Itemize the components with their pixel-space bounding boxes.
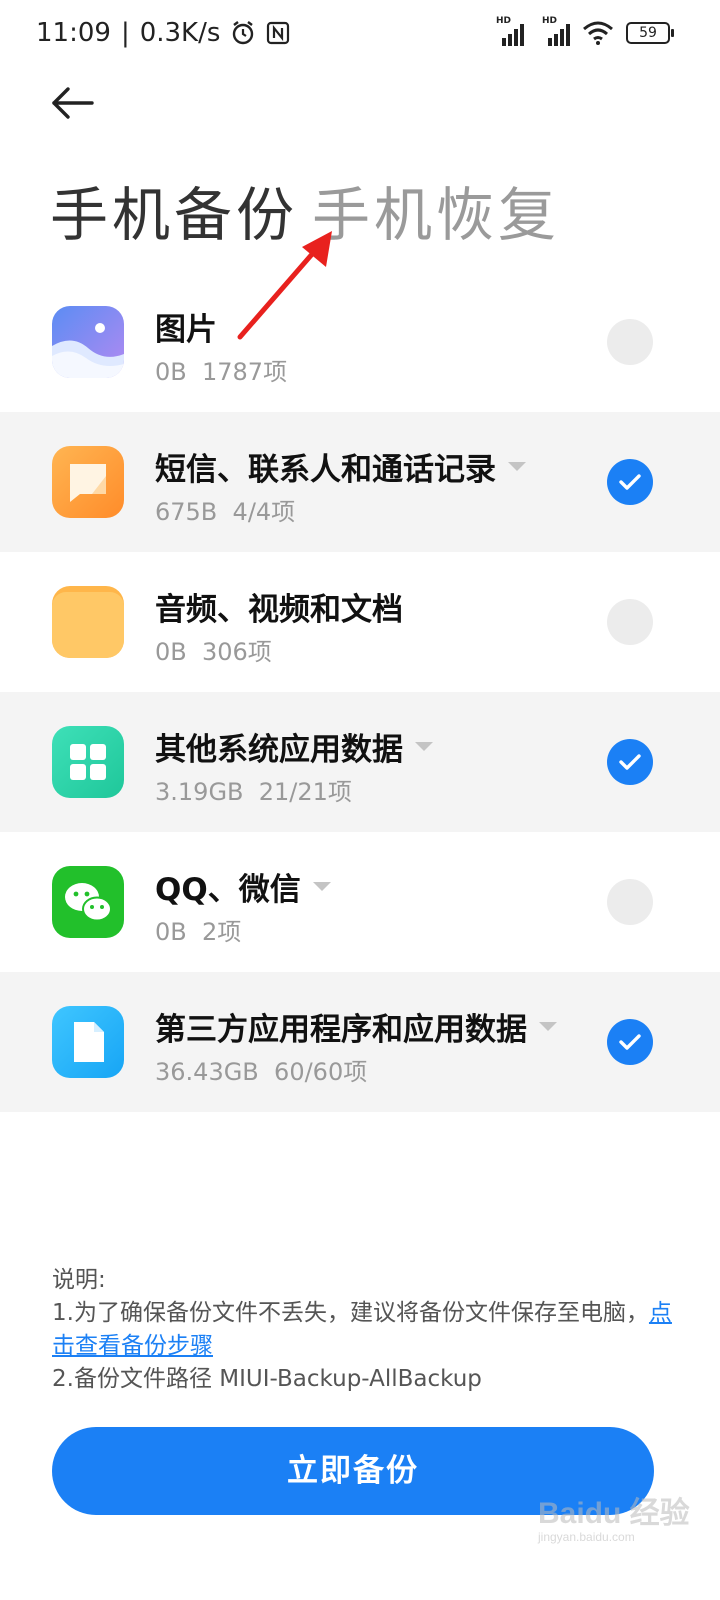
note-line-2: 2.备份文件路径 MIUI-Backup-AllBackup [52,1366,482,1392]
document-icon [52,1006,124,1078]
item-count: 1787项 [202,358,288,386]
checkmark-icon [619,1034,641,1050]
folder-icon [52,586,124,658]
item-count: 21/21项 [258,778,352,806]
note-line-1: 1.为了确保备份文件不丢失，建议将备份文件保存至电脑，点击查看备份步骤 [52,1297,672,1363]
dropdown-caret-icon[interactable] [508,462,526,471]
item-title-text: 其他系统应用数据 [155,732,403,768]
message-icon [52,446,124,518]
signal-2-icon: HD [542,16,570,46]
dropdown-caret-icon[interactable] [539,1022,557,1031]
status-right: HD HD 59 [496,16,674,46]
item-checkbox[interactable] [607,459,653,505]
item-count: 2项 [202,918,242,946]
note-line-1-text: 1.为了确保备份文件不丢失，建议将备份文件保存至电脑， [52,1300,649,1326]
watermark: Baidu 经验 jingyan.baidu.com [538,1488,690,1544]
status-time: 11:09 [36,18,111,48]
item-count: 60/60项 [274,1058,368,1086]
tab-restore[interactable]: 手机恢复 [312,168,560,252]
item-meta: 675B 4/4项 [155,492,295,527]
list-item[interactable]: 第三方应用程序和应用数据 36.43GB 60/60项 [0,972,720,1112]
status-divider: | [120,18,130,48]
item-title-text: 音频、视频和文档 [155,592,403,628]
item-title: 短信、联系人和通话记录 [155,444,526,489]
item-checkbox[interactable] [607,879,653,925]
photo-icon [52,306,124,378]
watermark-url: jingyan.baidu.com [538,1530,635,1544]
status-left: 11:09 | 0.3K/s [36,18,290,48]
item-title: 第三方应用程序和应用数据 [155,1004,557,1049]
dropdown-caret-icon[interactable] [312,882,331,891]
apps-grid-icon [52,726,124,798]
item-title: 音频、视频和文档 [155,584,403,629]
item-checkbox[interactable] [607,599,653,645]
list-item[interactable]: 短信、联系人和通话记录 675B 4/4项 [0,412,720,552]
item-meta: 36.43GB 60/60项 [155,1052,367,1087]
wifi-icon [583,21,613,45]
nfc-icon [267,21,290,45]
item-checkbox[interactable] [607,739,653,785]
status-bar: 11:09 | 0.3K/s HD HD 59 [0,0,720,70]
item-count: 306项 [202,638,272,666]
item-title: QQ、微信 [155,864,331,909]
item-title: 图片 [155,304,217,349]
item-size: 675B [155,498,218,526]
item-meta: 0B 306项 [155,632,272,667]
alarm-icon [233,21,254,45]
item-title-text: 第三方应用程序和应用数据 [155,1012,527,1048]
item-size: 0B [155,918,187,946]
backup-note: 说明: 1.为了确保备份文件不丢失，建议将备份文件保存至电脑，点击查看备份步骤 … [52,1264,672,1396]
note-heading: 说明: [52,1267,106,1293]
list-item[interactable]: QQ、微信 0B 2项 [0,832,720,972]
dropdown-caret-icon[interactable] [415,742,433,751]
item-checkbox[interactable] [607,319,653,365]
item-checkbox[interactable] [607,1019,653,1065]
item-title-text: 短信、联系人和通话记录 [155,452,496,488]
item-title-text: 图片 [155,312,217,348]
item-size: 36.43GB [155,1058,259,1086]
item-size: 3.19GB [155,778,244,806]
item-count: 4/4项 [232,498,296,526]
checkmark-icon [619,474,641,490]
network-speed: 0.3K/s [139,18,221,48]
item-title-text: QQ、微信 [155,872,301,908]
item-meta: 0B 1787项 [155,352,287,387]
item-meta: 0B 2项 [155,912,241,947]
checkmark-icon [619,754,641,770]
battery-icon: 59 [626,22,674,44]
item-title: 其他系统应用数据 [155,724,433,769]
wechat-icon [52,866,124,938]
signal-1-icon: HD [496,16,524,46]
watermark-text: Baidu 经验 [538,1497,690,1530]
list-item[interactable]: 音频、视频和文档 0B 306项 [0,552,720,692]
item-size: 0B [155,638,187,666]
item-size: 0B [155,358,187,386]
item-meta: 3.19GB 21/21项 [155,772,352,807]
back-arrow-icon[interactable] [48,80,98,126]
list-item[interactable]: 图片 0B 1787项 [0,272,720,412]
list-item[interactable]: 其他系统应用数据 3.19GB 21/21项 [0,692,720,832]
